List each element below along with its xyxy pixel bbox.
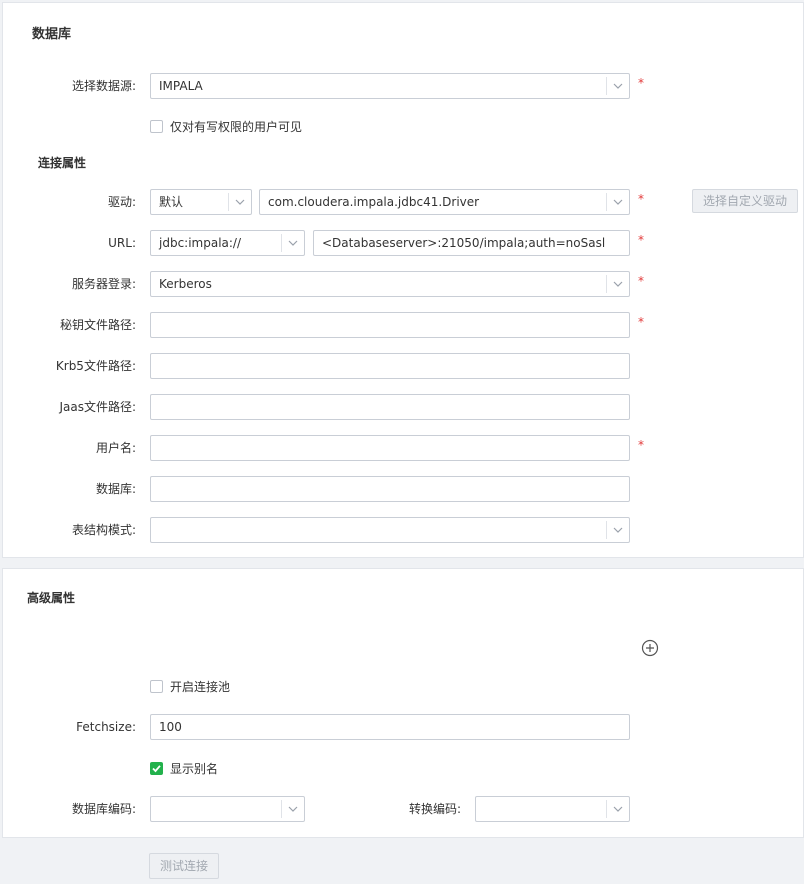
test-connection-button[interactable]: 测试连接 [149, 853, 219, 879]
required-mark: * [638, 315, 644, 329]
required-mark: * [638, 76, 644, 90]
section-title-connection: 连接属性 [38, 156, 87, 170]
convert-encoding-label: 转换编码: [408, 802, 461, 816]
chevron-down-icon [606, 193, 629, 211]
section-title-advanced: 高级属性 [27, 591, 76, 605]
jaas-path-label: Jaas文件路径: [59, 400, 136, 414]
database-panel: 数据库 选择数据源: IMPALA * 仅对有写权限的用户可见 连接属性 驱动:… [2, 2, 804, 558]
url-label: URL: [108, 236, 136, 250]
db-encoding-select[interactable] [150, 796, 305, 822]
driver-type-select[interactable]: 默认 [150, 189, 252, 215]
chevron-down-icon [606, 800, 629, 818]
keytab-path-input[interactable] [150, 312, 630, 338]
advanced-panel: 高级属性 开启连接池 Fetchsize: 100 显示别名 数据库编码: 转换… [2, 568, 804, 838]
convert-encoding-select[interactable] [475, 796, 630, 822]
driver-class-select[interactable]: com.cloudera.impala.jdbc41.Driver [259, 189, 630, 215]
datasource-select[interactable]: IMPALA [150, 73, 630, 99]
server-login-label: 服务器登录: [71, 277, 136, 291]
server-login-value: Kerberos [159, 277, 212, 291]
schema-select[interactable] [150, 517, 630, 543]
chevron-down-icon [228, 193, 251, 211]
chevron-down-icon [281, 234, 304, 252]
required-mark: * [638, 192, 644, 206]
chevron-down-icon [606, 77, 629, 95]
db-encoding-label: 数据库编码: [71, 802, 136, 816]
driver-label: 驱动: [107, 195, 136, 209]
database-label: 数据库: [95, 482, 136, 496]
server-login-select[interactable]: Kerberos [150, 271, 630, 297]
driver-type-value: 默认 [159, 195, 184, 209]
jaas-path-input[interactable] [150, 394, 630, 420]
keytab-path-label: 秘钥文件路径: [59, 318, 136, 332]
custom-driver-button[interactable]: 选择自定义驱动 [692, 189, 798, 213]
show-alias-checkbox[interactable] [150, 762, 163, 775]
show-alias-label: 显示别名 [170, 762, 219, 776]
driver-class-value: com.cloudera.impala.jdbc41.Driver [268, 195, 480, 209]
write-permission-label: 仅对有写权限的用户可见 [170, 120, 303, 134]
connection-pool-checkbox[interactable] [150, 680, 163, 693]
database-input[interactable] [150, 476, 630, 502]
url-input[interactable]: <Databaseserver>:21050/impala;auth=noSas… [313, 230, 630, 256]
fetchsize-input[interactable]: 100 [150, 714, 630, 740]
username-label: 用户名: [95, 441, 136, 455]
url-prefix-select[interactable]: jdbc:impala:// [150, 230, 305, 256]
krb5-path-input[interactable] [150, 353, 630, 379]
required-mark: * [638, 233, 644, 247]
add-circle-icon[interactable] [641, 639, 659, 657]
write-permission-checkbox[interactable] [150, 120, 163, 133]
chevron-down-icon [606, 275, 629, 293]
krb5-path-label: Krb5文件路径: [55, 359, 136, 373]
chevron-down-icon [281, 800, 304, 818]
datasource-value: IMPALA [159, 79, 203, 93]
url-prefix-value: jdbc:impala:// [159, 236, 242, 250]
connection-pool-label: 开启连接池 [170, 680, 231, 694]
schema-label: 表结构模式: [71, 523, 136, 537]
username-input[interactable] [150, 435, 630, 461]
datasource-label: 选择数据源: [71, 79, 136, 93]
required-mark: * [638, 438, 644, 452]
chevron-down-icon [606, 521, 629, 539]
fetchsize-label: Fetchsize: [76, 720, 136, 734]
required-mark: * [638, 274, 644, 288]
section-title-database: 数据库 [32, 27, 72, 42]
